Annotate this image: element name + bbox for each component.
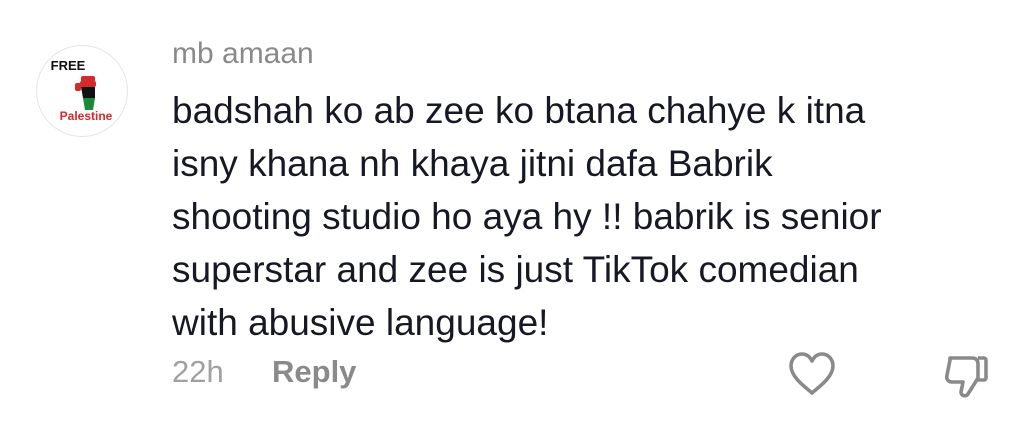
avatar-text-top: FREE [51,58,86,73]
comment-item: FREE Palestine mb amaan badshah ko ab ze… [0,0,1024,447]
comment-text-line: shooting studio ho aya hy !! babrik is s… [172,196,882,237]
comment-text-line: badshah ko ab zee ko btana chahye k itna [172,90,866,131]
comment-text: badshah ko ab zee ko btana chahye k itna… [172,84,1002,349]
heart-icon [789,352,835,395]
username[interactable]: mb amaan [172,36,314,72]
comment-text-line: with abusive language! [172,302,549,343]
free-palestine-logo-icon: FREE Palestine [51,58,113,123]
dislike-button[interactable] [942,350,990,402]
timestamp: 22h [172,354,224,389]
like-button[interactable] [786,350,838,398]
avatar[interactable]: FREE Palestine [36,45,128,137]
comment-text-line: isny khana nh khaya jitni dafa Babrik [172,143,773,184]
reply-button[interactable]: Reply [272,352,356,392]
comment-text-line: superstar and zee is just TikTok comedia… [172,249,859,290]
thumbs-down-icon [944,356,988,398]
avatar-text-bottom: Palestine [60,109,113,123]
